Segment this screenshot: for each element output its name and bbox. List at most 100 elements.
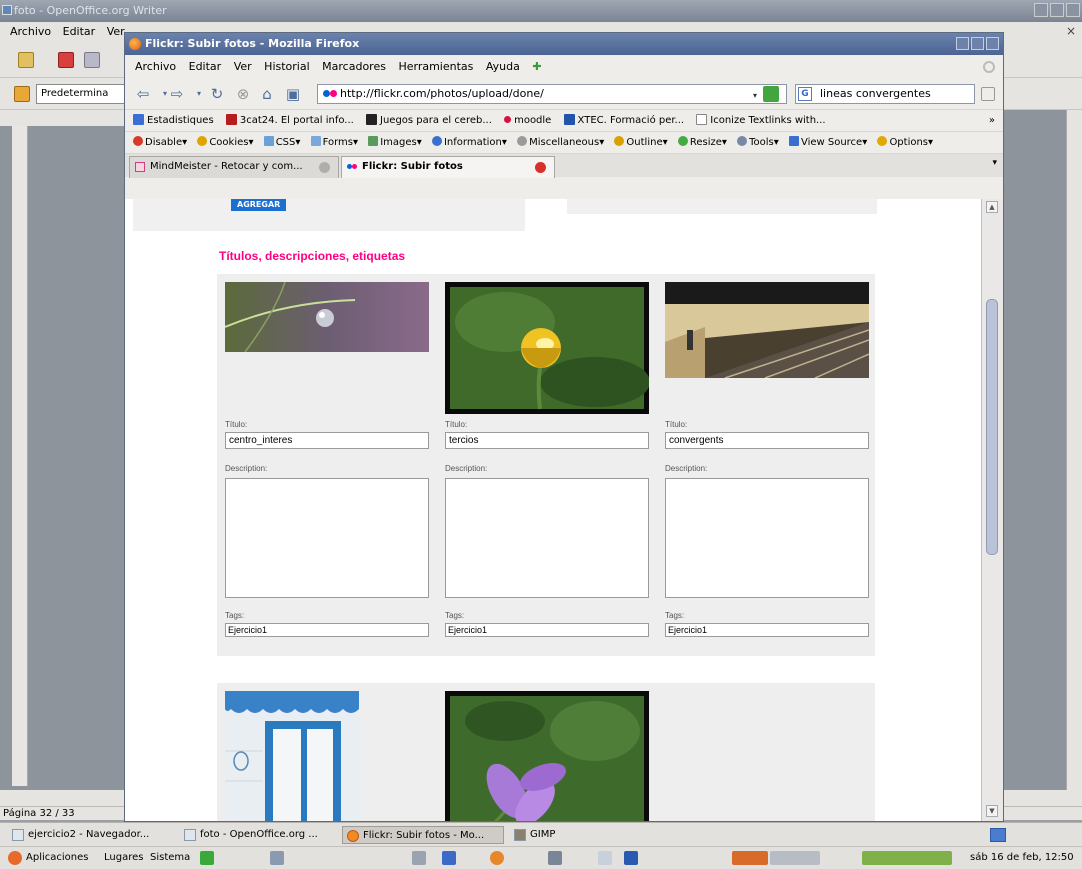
workspace-switcher-empty[interactable] [770,851,820,865]
devbar-forms[interactable]: Forms▾ [310,132,358,153]
maximize-icon[interactable] [971,37,984,50]
notification-area-icons[interactable] [862,851,952,865]
devbar-outline[interactable]: Outline▾ [614,132,668,153]
menu-editar[interactable]: Editar [189,60,222,73]
description-textarea[interactable] [225,478,429,598]
devbar-view-source[interactable]: View Source▾ [788,132,867,153]
tab-close-icon[interactable] [319,162,330,173]
devbar-options[interactable]: Options▾ [877,132,933,153]
search-go-icon[interactable] [981,87,995,101]
google-search-engine-icon[interactable]: G [798,87,812,101]
tags-input[interactable]: Ejercicio1 [665,623,869,637]
launcher-app-icon[interactable] [624,851,638,865]
menu-aplicaciones[interactable]: Aplicaciones [26,847,88,869]
tab-mindmeister[interactable]: MindMeister - Retocar y com... [129,156,339,178]
bookmark-item[interactable]: Juegos para el cereb... [366,110,492,131]
bookmark-item[interactable]: XTEC. Formació per... [563,110,684,131]
openoffice-vertical-scrollbar[interactable] [1066,110,1082,806]
clock[interactable]: sáb 16 de feb, 12:50 [970,847,1074,869]
print-icon[interactable] [58,52,74,68]
title-input[interactable]: tercios [445,432,649,449]
launcher-terminal-icon[interactable] [548,851,562,865]
bookmark-item[interactable]: moodle [504,110,551,131]
devbar-cookies[interactable]: Cookies▾ [197,132,254,153]
paragraph-style-select[interactable]: Predetermina [36,84,132,104]
tab-flickr[interactable]: Flickr: Subir fotos [341,156,555,178]
openoffice-titlebar[interactable]: foto - OpenOffice.org Writer [0,0,1082,22]
close-icon[interactable] [1066,3,1080,17]
reload-icon[interactable]: ↻ [209,86,225,102]
bookmarks-overflow-button[interactable]: » [989,110,995,131]
tab-list-icon[interactable]: ▾ [992,158,997,168]
launcher-screenshot-icon[interactable] [270,851,284,865]
agregar-button[interactable]: AGREGAR [231,199,287,211]
save-icon[interactable] [84,52,100,68]
minimize-icon[interactable] [1034,3,1048,17]
bookmark-item[interactable]: Iconize Textlinks with... [696,110,826,131]
menu-ver[interactable]: Ver [234,60,252,73]
forward-dropdown-icon[interactable]: ▾ [191,86,207,102]
scroll-down-icon[interactable]: ▼ [986,805,998,817]
devbar-tools[interactable]: Tools▾ [737,132,779,153]
menu-sistema[interactable]: Sistema [150,847,190,869]
url-bar[interactable]: http://flickr.com/photos/upload/done/ [317,84,787,104]
search-bar[interactable]: G lineas convergentes [795,84,975,104]
tab-close-icon[interactable] [535,162,546,173]
devbar-resize[interactable]: Resize▾ [677,132,727,153]
launcher-runner-icon[interactable] [200,851,214,865]
minimize-icon[interactable] [956,37,969,50]
trash-icon[interactable] [990,828,1006,842]
menu-historial[interactable]: Historial [264,60,309,73]
search-input[interactable]: lineas convergentes [820,87,931,100]
devbar-miscellaneous[interactable]: Miscellaneous▾ [517,132,604,153]
tags-input[interactable]: Ejercicio1 [225,623,429,637]
gnome-foot-icon[interactable] [8,851,22,865]
tags-input[interactable]: Ejercicio1 [445,623,649,637]
openoffice-horizontal-scrollbar-right[interactable] [1004,790,1082,806]
menu-ayuda[interactable]: Ayuda [486,60,520,73]
bookmark-item[interactable]: Estadistiques [133,110,214,131]
menu-herramientas[interactable]: Herramientas [398,60,473,73]
taskbar-item[interactable]: foto - OpenOffice.org ... [180,826,336,844]
title-input[interactable]: convergents [665,432,869,449]
go-icon[interactable] [763,86,779,102]
devbar-css[interactable]: CSS▾ [263,132,300,153]
maximize-icon[interactable] [1050,3,1064,17]
oo-menu-editar[interactable]: Editar [63,25,96,38]
launcher-desktop-icon[interactable] [442,851,456,865]
scrollbar-thumb[interactable] [986,299,998,555]
menu-lugares[interactable]: Lugares [104,847,143,869]
scroll-up-icon[interactable]: ▲ [986,201,998,213]
url-dropdown-icon[interactable]: ▾ [747,88,763,104]
workspace-switcher-icon[interactable] [732,851,768,865]
page-vertical-scrollbar[interactable]: ▲ ▼ [981,199,1003,821]
styles-icon[interactable] [14,86,30,102]
home-icon[interactable]: ⌂ [259,86,275,102]
taskbar-item[interactable]: ejercicio2 - Navegador... [8,826,176,844]
taskbar-item[interactable]: GIMP [510,826,590,844]
close-document-icon[interactable]: × [1066,24,1076,38]
close-icon[interactable] [986,37,999,50]
description-textarea[interactable] [445,478,649,598]
bookmark-item[interactable]: 3cat24. El portal info... [225,110,354,131]
devbar-information[interactable]: Information▾ [431,132,507,153]
menu-marcadores[interactable]: Marcadores [322,60,386,73]
oo-menu-archivo[interactable]: Archivo [10,25,51,38]
new-document-icon[interactable] [18,52,34,68]
addon-plus-icon[interactable]: ✚ [532,60,541,73]
devbar-disable[interactable]: Disable▾ [133,132,187,153]
volume-icon[interactable] [412,851,426,865]
menu-archivo[interactable]: Archivo [135,60,176,73]
back-icon[interactable]: ⇦ [135,86,151,102]
launcher-editor-icon[interactable] [598,851,612,865]
bookmark-page-icon[interactable]: ▣ [285,86,301,102]
title-input[interactable]: centro_interes [225,432,429,449]
taskbar-item[interactable]: Flickr: Subir fotos - Mo... [342,826,504,844]
oo-menu-ver[interactable]: Ver [107,25,125,38]
launcher-firefox-icon[interactable] [490,851,504,865]
stop-icon[interactable]: ⊗ [235,86,251,102]
description-textarea[interactable] [665,478,869,598]
openoffice-horizontal-scrollbar[interactable] [0,790,132,806]
forward-icon[interactable]: ⇨ [169,86,185,102]
firefox-titlebar[interactable]: Flickr: Subir fotos - Mozilla Firefox [125,33,1003,55]
